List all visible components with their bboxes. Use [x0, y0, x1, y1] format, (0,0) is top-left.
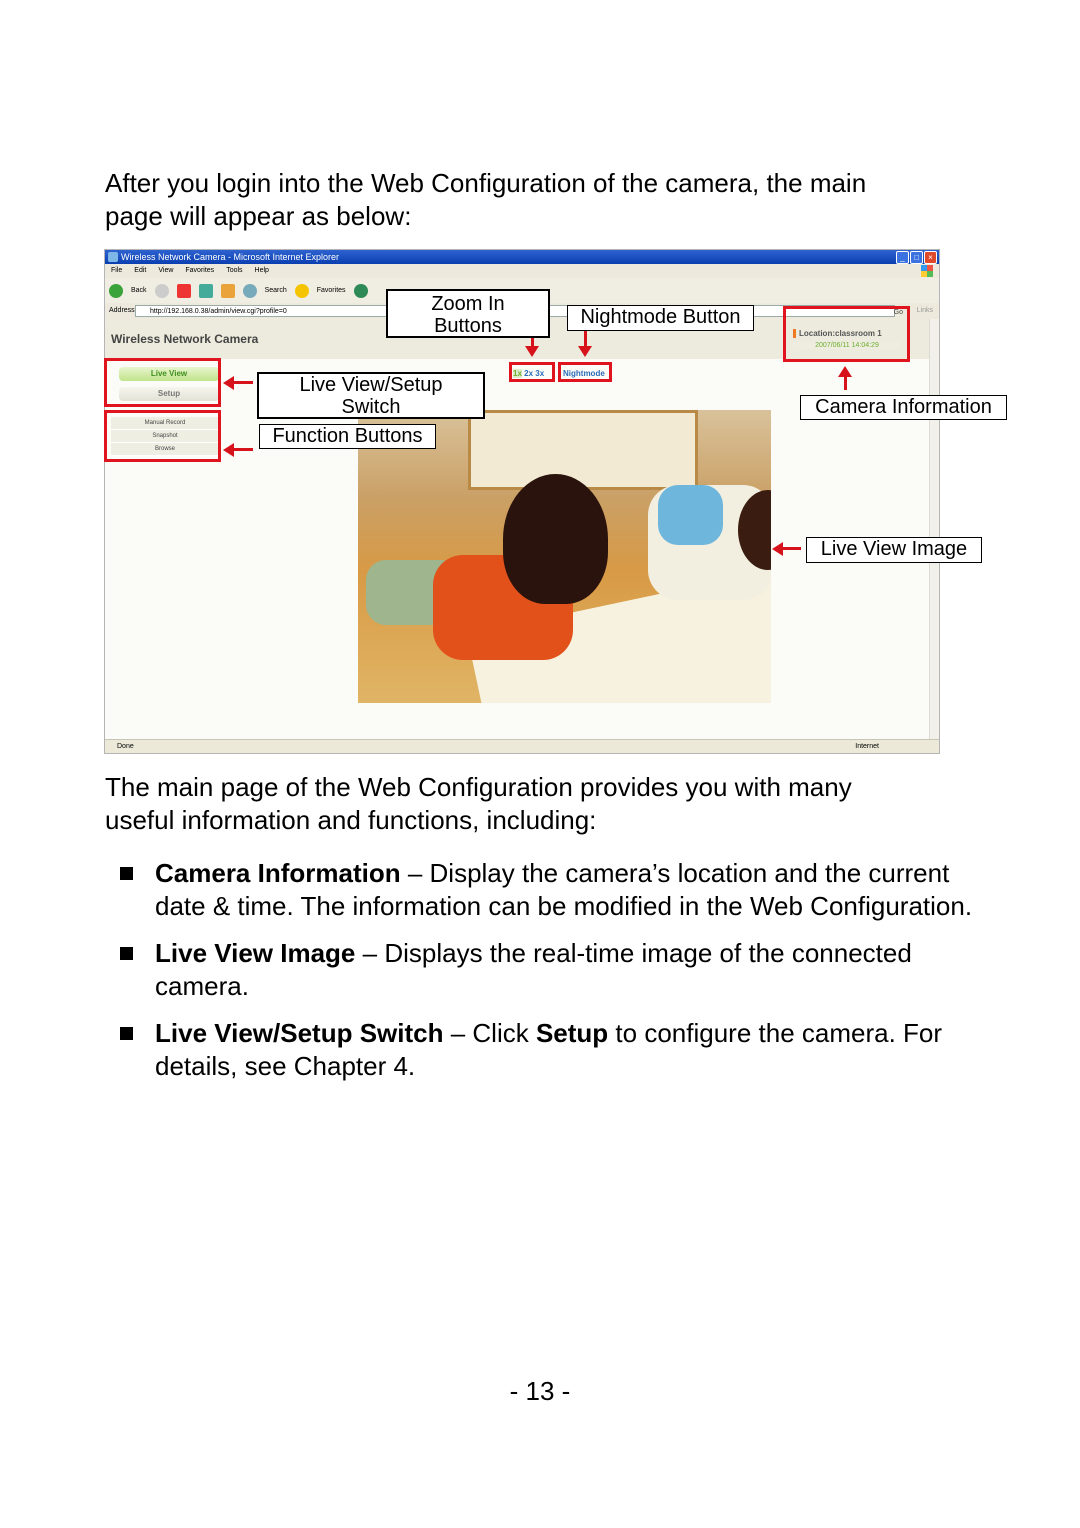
- vertical-scrollbar[interactable]: [929, 319, 939, 739]
- bullet-square-icon: [120, 1027, 133, 1040]
- girl-hair-shape: [503, 474, 608, 604]
- highlight-camera-info: [783, 306, 910, 362]
- menu-bar: File Edit View Favorites Tools Help: [105, 264, 939, 278]
- bullet-square-icon: [120, 947, 133, 960]
- intro-paragraph: After you login into the Web Configurati…: [105, 167, 985, 233]
- bullet-term: Camera Information: [155, 858, 401, 888]
- menu-favorites[interactable]: Favorites: [185, 264, 214, 278]
- main-desc-line-1: The main page of the Web Configuration p…: [105, 772, 852, 802]
- arrow-nightmode-head: [578, 346, 592, 357]
- callout-camera-info: Camera Information: [800, 395, 1007, 420]
- zone-text: Internet: [855, 743, 879, 750]
- list-item: Camera Information – Display the camera’…: [120, 857, 990, 923]
- ie-icon: [108, 252, 118, 262]
- live-view-image: [358, 410, 771, 703]
- back-icon[interactable]: [109, 283, 123, 298]
- arrow-function-head: [223, 443, 234, 457]
- intro-line-1: After you login into the Web Configurati…: [105, 168, 867, 198]
- list-item: Live View Image – Displays the real-time…: [120, 937, 990, 1003]
- callout-nightmode: Nightmode Button: [567, 305, 754, 331]
- arrow-live-image-shaft: [783, 547, 801, 550]
- minimize-icon[interactable]: _: [896, 251, 909, 264]
- main-desc-line-2: useful information and functions, includ…: [105, 805, 597, 835]
- window-title: Wireless Network Camera - Microsoft Inte…: [121, 252, 340, 262]
- callout-zoom-in: Zoom In Buttons: [386, 289, 550, 338]
- callout-zoom-in-line1: Zoom In: [431, 293, 505, 315]
- callout-zoom-in-line2: Buttons: [434, 315, 502, 337]
- feature-list: Camera Information – Display the camera’…: [120, 857, 990, 1097]
- callout-switch-line2: Switch: [341, 396, 401, 418]
- menu-file[interactable]: File: [111, 264, 122, 278]
- status-bar: Done Internet: [105, 739, 939, 753]
- arrow-camera-info-head: [838, 366, 852, 377]
- arrow-function-shaft: [233, 448, 253, 451]
- home-icon[interactable]: [220, 283, 235, 298]
- list-item: Live View/Setup Switch – Click Setup to …: [120, 1017, 990, 1083]
- callout-function: Function Buttons: [259, 424, 436, 449]
- forward-icon[interactable]: [154, 283, 169, 298]
- highlight-function: [104, 410, 221, 462]
- refresh-icon[interactable]: [198, 283, 213, 298]
- highlight-switch: [104, 358, 221, 407]
- callout-live-view-image: Live View Image: [806, 537, 982, 563]
- address-label: Address: [109, 307, 135, 314]
- arrow-camera-info-shaft: [844, 376, 847, 390]
- stop-icon[interactable]: [176, 283, 191, 298]
- windows-logo-icon: [921, 265, 933, 277]
- close-icon[interactable]: ×: [924, 251, 937, 264]
- favorites-button[interactable]: Favorites: [317, 287, 346, 294]
- highlight-zoom: [509, 362, 555, 382]
- intro-line-2: page will appear as below:: [105, 201, 412, 231]
- callout-switch: Live View/Setup Switch: [257, 372, 485, 419]
- back-button[interactable]: Back: [131, 287, 147, 294]
- bullet-strong: Setup: [535, 1018, 609, 1048]
- arrow-switch-head: [223, 376, 234, 390]
- bullet-square-icon: [120, 867, 133, 880]
- media-icon[interactable]: [353, 283, 368, 298]
- highlight-nightmode: [558, 362, 612, 382]
- menu-help[interactable]: Help: [255, 264, 269, 278]
- main-description: The main page of the Web Configuration p…: [105, 771, 985, 837]
- bullet-text: – Click: [443, 1018, 536, 1048]
- bullet-term: Live View/Setup Switch: [155, 1018, 444, 1048]
- arrow-switch-shaft: [233, 381, 253, 384]
- links-button[interactable]: Links: [917, 303, 933, 319]
- search-icon[interactable]: [242, 283, 257, 298]
- menu-edit[interactable]: Edit: [134, 264, 146, 278]
- menu-tools[interactable]: Tools: [226, 264, 242, 278]
- arrow-zoom-head: [525, 346, 539, 357]
- callout-switch-line1: Live View/Setup: [299, 374, 443, 396]
- page-number: - 13 -: [509, 1376, 571, 1406]
- maximize-icon[interactable]: □: [910, 251, 923, 264]
- bullet-term: Live View Image: [155, 938, 356, 968]
- search-button[interactable]: Search: [265, 287, 287, 294]
- menu-view[interactable]: View: [158, 264, 173, 278]
- favorites-star-icon[interactable]: [294, 283, 309, 298]
- status-text: Done: [117, 743, 134, 750]
- window-titlebar: Wireless Network Camera - Microsoft Inte…: [105, 250, 939, 264]
- cabinet-shape: [468, 410, 698, 490]
- arrow-live-image-head: [772, 542, 783, 556]
- boy-sleeve-shape: [658, 485, 723, 545]
